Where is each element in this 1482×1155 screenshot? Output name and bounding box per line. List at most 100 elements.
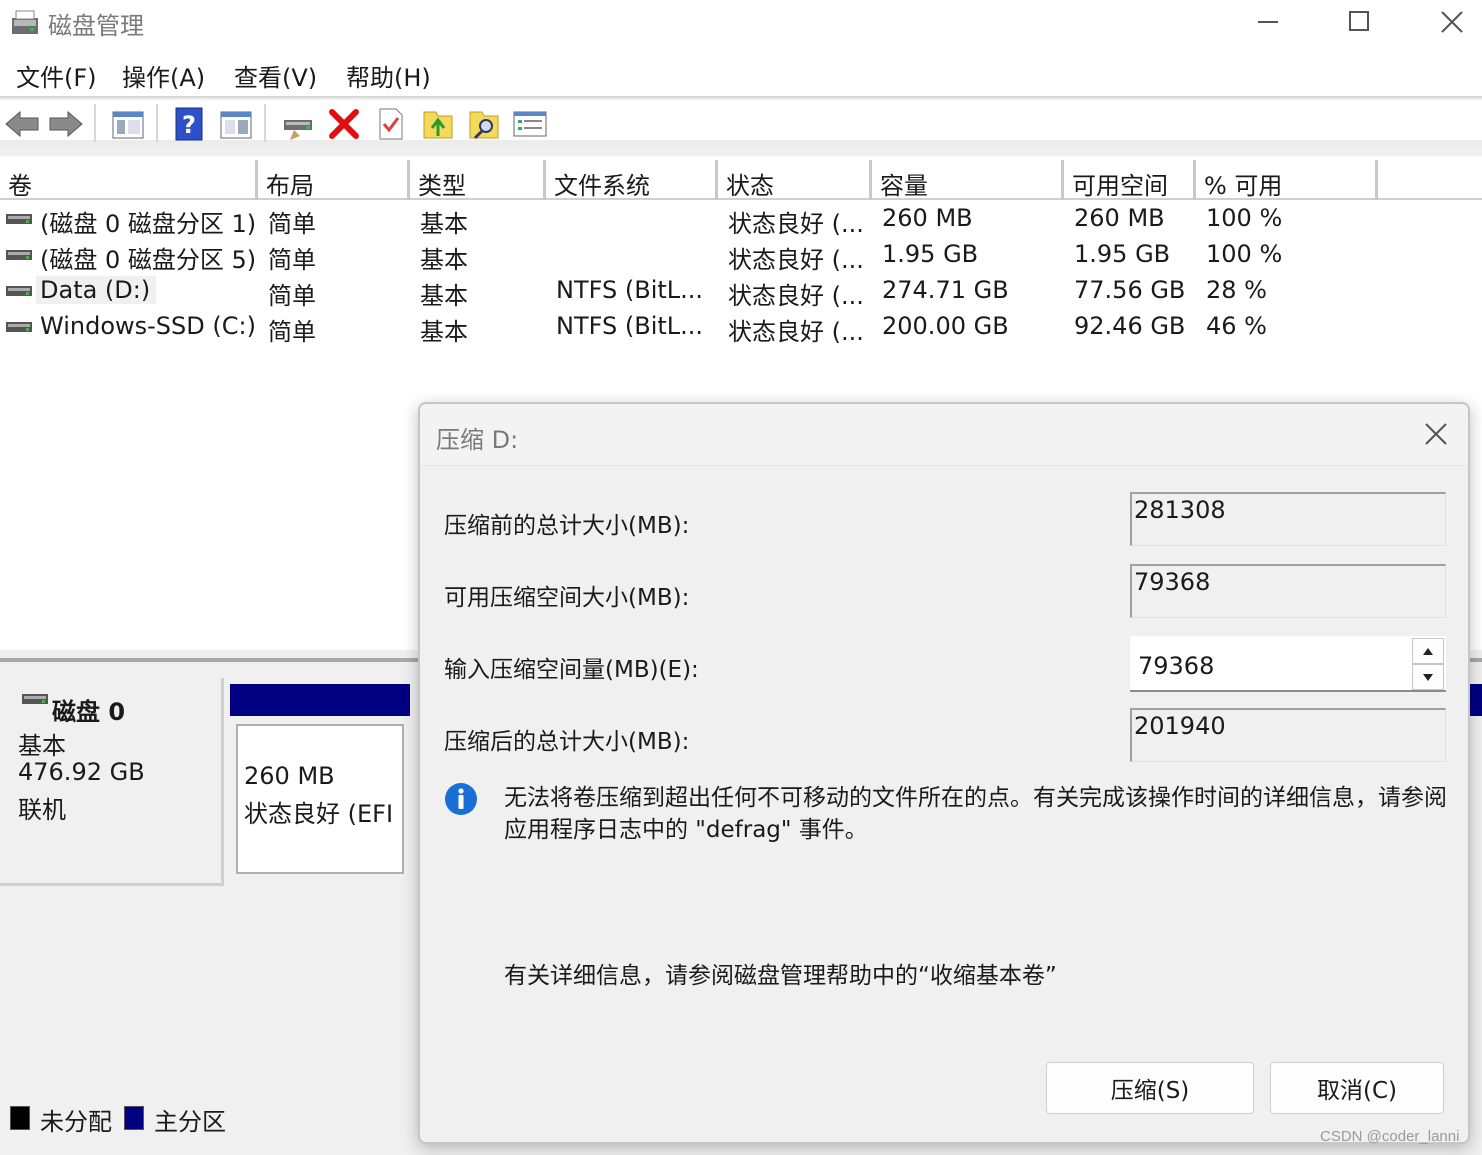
volume-row-selected[interactable]: Data (D:) 简单 基本 NTFS (BitL... 状态良好 (... …	[0, 274, 1482, 310]
volume-status: 状态良好 (...	[728, 210, 864, 238]
spin-up-button[interactable]	[1412, 638, 1444, 664]
volume-capacity: 1.95 GB	[882, 240, 979, 268]
info-icon	[445, 783, 477, 815]
dialog-close-button[interactable]	[1418, 418, 1456, 450]
legend-unallocated-swatch	[10, 1106, 30, 1130]
folder-search-icon[interactable]	[466, 106, 502, 142]
properties-view-icon[interactable]	[218, 106, 254, 142]
arrow-up-icon	[1423, 648, 1433, 655]
volume-name: (磁盘 0 磁盘分区 5)	[40, 246, 257, 274]
column-header-status[interactable]: 状态	[718, 160, 872, 200]
disk-state: 联机	[18, 796, 66, 824]
delete-icon[interactable]	[326, 106, 362, 142]
dialog-title: 压缩 D:	[436, 426, 519, 454]
volume-layout: 简单	[268, 246, 316, 274]
close-button[interactable]	[1406, 0, 1482, 46]
volume-free-space: 1.95 GB	[1074, 240, 1171, 268]
maximize-button[interactable]	[1314, 0, 1404, 46]
spin-down-button[interactable]	[1412, 664, 1444, 690]
toolbar-separator	[264, 104, 266, 142]
column-header-filesystem[interactable]: 文件系统	[546, 160, 718, 200]
available-space-label: 可用压缩空间大小(MB):	[444, 585, 690, 611]
volume-name: Windows-SSD (C:)	[40, 312, 256, 340]
volume-status: 状态良好 (...	[728, 246, 864, 274]
forward-arrow-icon[interactable]	[48, 106, 84, 142]
volume-percent-free: 28 %	[1206, 276, 1267, 304]
volume-name: Data (D:)	[36, 276, 157, 304]
connect-disk-icon[interactable]	[280, 106, 316, 142]
volume-free-space: 260 MB	[1074, 204, 1165, 232]
disk-drive-icon	[22, 694, 48, 704]
shrink-amount-input[interactable]	[1130, 636, 1408, 690]
toolbar-separator	[94, 104, 96, 142]
total-after-label: 压缩后的总计大小(MB):	[444, 729, 690, 755]
window-title: 磁盘管理	[48, 12, 144, 40]
shrink-amount-label: 输入压缩空间量(MB)(E):	[444, 657, 699, 683]
shrink-dialog: 压缩 D: 压缩前的总计大小(MB): 281308 可用压缩空间大小(MB):…	[418, 402, 1470, 1144]
title-bar: 磁盘管理	[0, 0, 1482, 46]
volume-row[interactable]: Windows-SSD (C:) 简单 基本 NTFS (BitL... 状态良…	[0, 310, 1482, 346]
partition-status: 状态良好 (EFI 系	[244, 800, 402, 828]
volume-status: 状态良好 (...	[728, 282, 864, 310]
volume-percent-free: 100 %	[1206, 240, 1283, 268]
column-header-percent-free[interactable]: % 可用	[1196, 160, 1378, 200]
shrink-button[interactable]: 压缩(S)	[1046, 1062, 1254, 1114]
partition-box: 260 MB 状态良好 (EFI 系	[236, 724, 404, 874]
minimize-icon	[1258, 21, 1278, 23]
partition-primary-bar	[1468, 684, 1482, 716]
partition-efi[interactable]: 260 MB 状态良好 (EFI 系	[230, 684, 410, 886]
menu-action[interactable]: 操作(A)	[122, 58, 205, 93]
volume-filesystem: NTFS (BitL...	[556, 312, 704, 340]
legend: 未分配 主分区	[0, 1098, 420, 1138]
volume-free-space: 77.56 GB	[1074, 276, 1186, 304]
console-tree-icon[interactable]	[110, 106, 146, 142]
column-header-type[interactable]: 类型	[410, 160, 546, 200]
volume-layout: 简单	[268, 210, 316, 238]
volume-type: 基本	[420, 210, 468, 238]
shrink-amount-stepper	[1130, 636, 1446, 692]
menu-file[interactable]: 文件(F)	[16, 58, 97, 93]
toolbar: ?	[0, 100, 1482, 148]
volume-percent-free: 100 %	[1206, 204, 1283, 232]
disk-0-info[interactable]: 磁盘 0 基本 476.92 GB 联机	[0, 678, 224, 886]
menu-view[interactable]: 查看(V)	[234, 58, 317, 93]
total-before-field: 281308	[1130, 492, 1446, 546]
minimize-button[interactable]	[1222, 0, 1312, 46]
toolbar-separator	[156, 104, 158, 142]
close-icon	[1425, 423, 1447, 445]
volume-drive-icon	[6, 250, 32, 260]
disk-name: 磁盘 0	[52, 698, 126, 726]
back-arrow-icon[interactable]	[4, 106, 40, 142]
column-header-volume[interactable]: 卷	[0, 160, 258, 200]
menu-help[interactable]: 帮助(H)	[346, 58, 431, 93]
volume-name: (磁盘 0 磁盘分区 1)	[40, 210, 257, 238]
svg-text:?: ?	[182, 111, 196, 139]
menu-bar: 文件(F) 操作(A) 查看(V) 帮助(H)	[0, 46, 1482, 98]
available-space-field: 79368	[1130, 564, 1446, 618]
volume-percent-free: 46 %	[1206, 312, 1267, 340]
disk-size: 476.92 GB	[18, 758, 145, 786]
disk-management-app-icon	[12, 10, 38, 34]
column-header-row: 卷 布局 类型 文件系统 状态 容量 可用空间 % 可用	[0, 160, 1482, 200]
column-header-free-space[interactable]: 可用空间	[1064, 160, 1196, 200]
column-header-capacity[interactable]: 容量	[872, 160, 1064, 200]
cancel-button[interactable]: 取消(C)	[1270, 1062, 1444, 1114]
volume-layout: 简单	[268, 318, 316, 346]
folder-up-icon[interactable]	[420, 106, 456, 142]
volume-type: 基本	[420, 318, 468, 346]
volume-type: 基本	[420, 246, 468, 274]
list-view-icon[interactable]	[512, 106, 548, 142]
partition-primary-bar	[230, 684, 410, 716]
partition-size: 260 MB	[244, 762, 335, 790]
volume-row[interactable]: (磁盘 0 磁盘分区 5) 简单 基本 状态良好 (... 1.95 GB 1.…	[0, 238, 1482, 274]
column-header-layout[interactable]: 布局	[258, 160, 410, 200]
total-before-label: 压缩前的总计大小(MB):	[444, 513, 690, 539]
check-document-icon[interactable]	[372, 106, 408, 142]
watermark: CSDN @coder_lanni	[1320, 1128, 1460, 1145]
volume-free-space: 92.46 GB	[1074, 312, 1186, 340]
total-after-field: 201940	[1130, 708, 1446, 762]
help-reference: 有关详细信息，请参阅磁盘管理帮助中的“收缩基本卷”	[504, 963, 1057, 989]
volume-row[interactable]: (磁盘 0 磁盘分区 1) 简单 基本 状态良好 (... 260 MB 260…	[0, 202, 1482, 238]
help-icon[interactable]: ?	[172, 106, 208, 142]
volume-layout: 简单	[268, 282, 316, 310]
